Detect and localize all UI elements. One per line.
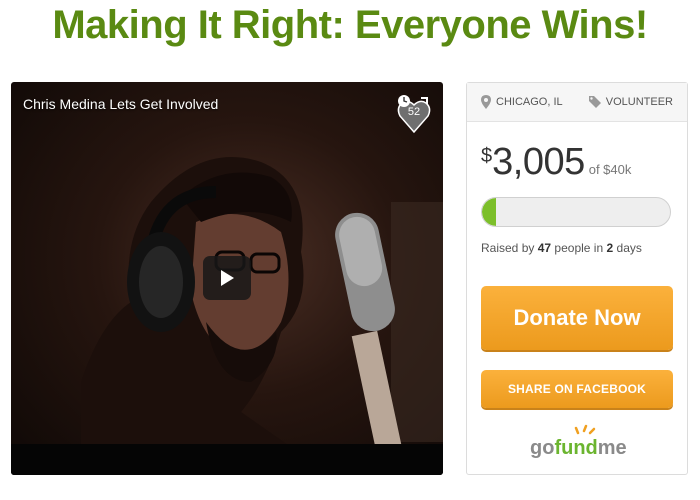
campaign-meta: CHICAGO, IL VOLUNTEER (467, 83, 687, 122)
logo-text-go: go (530, 437, 554, 459)
raised-amount: $ 3,005 of $40k (481, 141, 631, 184)
play-button[interactable] (203, 256, 251, 300)
play-icon (221, 270, 234, 286)
gofundme-logo[interactable]: gofundme (467, 423, 689, 463)
category[interactable]: VOLUNTEER (588, 96, 673, 108)
location[interactable]: CHICAGO, IL (481, 95, 563, 109)
goal-amount: of $40k (588, 162, 632, 177)
category-label: VOLUNTEER (605, 96, 673, 108)
raised-stats: Raised by 47 people in 2 days (481, 241, 642, 255)
tag-icon (588, 96, 601, 108)
amount-raised: 3,005 (492, 141, 585, 183)
page-title: Making It Right: Everyone Wins! (52, 3, 648, 47)
logo-text-fund: fund (554, 437, 597, 459)
raised-by-label: Raised by (481, 241, 535, 255)
logo-rays (574, 424, 596, 435)
share-facebook-button[interactable]: SHARE ON FACEBOOK (481, 370, 673, 408)
logo-text-me: me (598, 437, 627, 459)
location-label: CHICAGO, IL (496, 96, 563, 108)
currency-symbol: $ (481, 145, 493, 167)
svg-text:gofundme: gofundme (530, 437, 627, 459)
video-player[interactable]: Chris Medina Lets Get Involved 52 (11, 82, 443, 475)
people-label: people in (554, 241, 604, 255)
video-control-bar (11, 444, 443, 475)
badge-count: 52 (407, 106, 421, 118)
donate-button[interactable]: Donate Now (481, 286, 673, 350)
progress-bar (481, 197, 671, 227)
heart-clock-icon[interactable]: 52 (397, 94, 431, 134)
progress-fill (482, 198, 497, 226)
days-count: 2 (606, 241, 614, 255)
people-count: 47 (537, 241, 552, 255)
map-pin-icon (481, 95, 491, 109)
campaign-panel: CHICAGO, IL VOLUNTEER $ 3,005 of $40k Ra… (466, 82, 688, 475)
days-label: days (616, 241, 642, 255)
video-title[interactable]: Chris Medina Lets Get Involved (23, 96, 218, 112)
